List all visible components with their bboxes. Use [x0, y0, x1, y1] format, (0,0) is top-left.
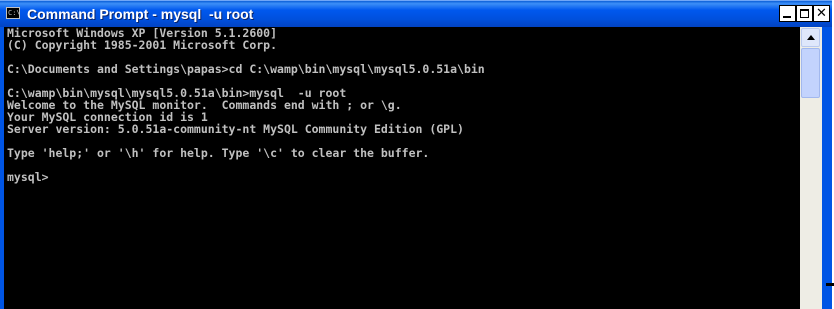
- maximize-icon: [800, 9, 809, 18]
- command-prompt-icon[interactable]: C:\: [6, 7, 20, 19]
- console-line: Server version: 5.0.51a-community-nt MyS…: [7, 122, 464, 136]
- close-button[interactable]: ✕: [813, 5, 830, 22]
- console-lines: Microsoft Windows XP [Version 5.1.2600](…: [7, 27, 485, 183]
- console-line: C:\Documents and Settings\papas>cd C:\wa…: [7, 62, 485, 76]
- up-arrow-icon: [807, 35, 815, 40]
- vertical-scrollbar[interactable]: [800, 27, 822, 309]
- scroll-up-button[interactable]: [801, 28, 820, 47]
- desktop-background-edge: [826, 283, 834, 286]
- window-border: [822, 27, 832, 309]
- console-line: Type 'help;' or '\h' for help. Type '\c'…: [7, 146, 430, 160]
- close-icon: ✕: [816, 6, 827, 21]
- scroll-thumb[interactable]: [801, 48, 820, 98]
- maximize-button[interactable]: [796, 5, 813, 22]
- console-line: (C) Copyright 1985-2001 Microsoft Corp.: [7, 38, 278, 52]
- minimize-icon: [783, 16, 791, 18]
- console-line: mysql>: [7, 170, 49, 184]
- command-prompt-window: C:\ Command Prompt - mysql -u root ✕ Mic…: [0, 0, 832, 309]
- minimize-button[interactable]: [779, 5, 796, 22]
- window-title: Command Prompt - mysql -u root: [27, 6, 254, 22]
- console-output[interactable]: Microsoft Windows XP [Version 5.1.2600](…: [4, 27, 800, 309]
- title-bar[interactable]: C:\ Command Prompt - mysql -u root ✕: [0, 0, 832, 27]
